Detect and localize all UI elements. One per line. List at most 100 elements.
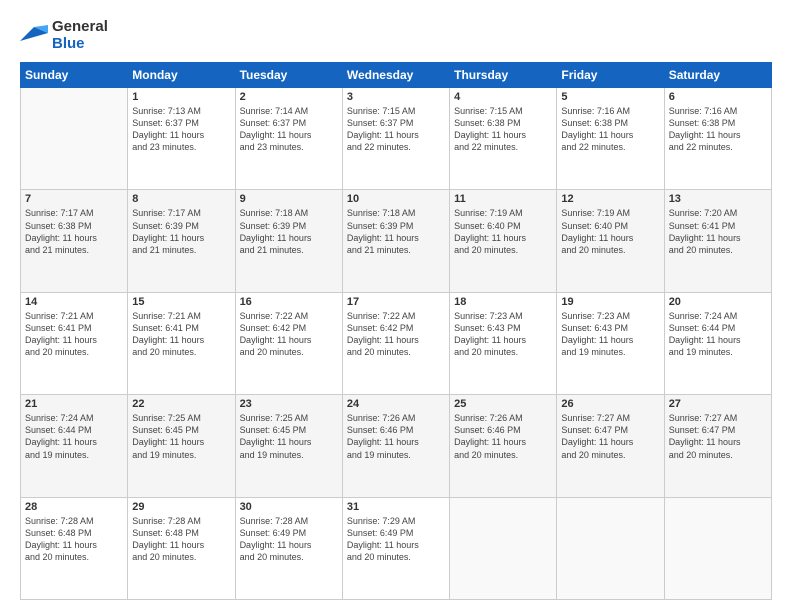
calendar-cell bbox=[21, 88, 128, 190]
day-info: Sunrise: 7:21 AM Sunset: 6:41 PM Dayligh… bbox=[132, 310, 230, 359]
calendar-cell: 3Sunrise: 7:15 AM Sunset: 6:37 PM Daylig… bbox=[342, 88, 449, 190]
day-info: Sunrise: 7:28 AM Sunset: 6:49 PM Dayligh… bbox=[240, 515, 338, 564]
day-info: Sunrise: 7:25 AM Sunset: 6:45 PM Dayligh… bbox=[240, 412, 338, 461]
day-number: 10 bbox=[347, 193, 445, 205]
day-number: 4 bbox=[454, 91, 552, 103]
calendar-cell: 4 Sunrise: 7:15 AM Sunset: 6:38 PM Daylig… bbox=[450, 88, 557, 190]
logo: General Blue bbox=[20, 18, 108, 52]
day-number: 21 bbox=[25, 398, 123, 410]
calendar-cell: 24 Sunrise: 7:26 AM Sunset: 6:46 PM Dayli… bbox=[342, 395, 449, 497]
calendar-cell: 22Sunrise: 7:25 AM Sunset: 6:45 PM Dayli… bbox=[128, 395, 235, 497]
day-info: Sunrise: 7:27 AM Sunset: 6:47 PM Dayligh… bbox=[669, 412, 767, 461]
calendar-header-thursday: Thursday bbox=[450, 63, 557, 88]
calendar-cell: 2 Sunrise: 7:14 AM Sunset: 6:37 PM Daylig… bbox=[235, 88, 342, 190]
day-info: Sunrise: 7:18 AM Sunset: 6:39 PM Dayligh… bbox=[240, 207, 338, 256]
day-info: Sunrise: 7:16 AM Sunset: 6:38 PM Dayligh… bbox=[669, 105, 767, 154]
day-number: 3 bbox=[347, 91, 445, 103]
calendar-cell: 11 Sunrise: 7:19 AM Sunset: 6:40 PM Dayli… bbox=[450, 190, 557, 292]
calendar-cell: 25 Sunrise: 7:26 AM Sunset: 6:46 PM Dayli… bbox=[450, 395, 557, 497]
day-number: 30 bbox=[240, 501, 338, 513]
calendar-cell bbox=[664, 497, 771, 599]
calendar-week-4: 28 Sunrise: 7:28 AM Sunset: 6:48 PM Dayli… bbox=[21, 497, 772, 599]
calendar-cell: 10 Sunrise: 7:18 AM Sunset: 6:39 PM Dayli… bbox=[342, 190, 449, 292]
day-number: 23 bbox=[240, 398, 338, 410]
calendar-header-wednesday: Wednesday bbox=[342, 63, 449, 88]
day-info: Sunrise: 7:28 AM Sunset: 6:48 PM Dayligh… bbox=[132, 515, 230, 564]
day-info: Sunrise: 7:16 AM Sunset: 6:38 PM Dayligh… bbox=[561, 105, 659, 154]
calendar-cell: 14 Sunrise: 7:21 AM Sunset: 6:41 PM Dayli… bbox=[21, 292, 128, 394]
day-number: 7 bbox=[25, 193, 123, 205]
calendar-cell: 18Sunrise: 7:23 AM Sunset: 6:43 PM Dayli… bbox=[450, 292, 557, 394]
day-number: 25 bbox=[454, 398, 552, 410]
day-number: 15 bbox=[132, 296, 230, 308]
header: General Blue bbox=[20, 18, 772, 52]
day-number: 31 bbox=[347, 501, 445, 513]
day-info: Sunrise: 7:19 AM Sunset: 6:40 PM Dayligh… bbox=[561, 207, 659, 256]
calendar-week-2: 14 Sunrise: 7:21 AM Sunset: 6:41 PM Dayli… bbox=[21, 292, 772, 394]
day-number: 28 bbox=[25, 501, 123, 513]
calendar-header-tuesday: Tuesday bbox=[235, 63, 342, 88]
day-info: Sunrise: 7:22 AM Sunset: 6:42 PM Dayligh… bbox=[240, 310, 338, 359]
day-info: Sunrise: 7:14 AM Sunset: 6:37 PM Dayligh… bbox=[240, 105, 338, 154]
day-info: Sunrise: 7:26 AM Sunset: 6:46 PM Dayligh… bbox=[347, 412, 445, 461]
logo-text: General Blue bbox=[52, 18, 108, 52]
calendar-cell: 15 Sunrise: 7:21 AM Sunset: 6:41 PM Dayli… bbox=[128, 292, 235, 394]
calendar-header-friday: Friday bbox=[557, 63, 664, 88]
day-info: Sunrise: 7:18 AM Sunset: 6:39 PM Dayligh… bbox=[347, 207, 445, 256]
day-info: Sunrise: 7:17 AM Sunset: 6:38 PM Dayligh… bbox=[25, 207, 123, 256]
day-number: 5 bbox=[561, 91, 659, 103]
calendar-cell: 29Sunrise: 7:28 AM Sunset: 6:48 PM Dayli… bbox=[128, 497, 235, 599]
calendar-week-1: 7 Sunrise: 7:17 AM Sunset: 6:38 PM Daylig… bbox=[21, 190, 772, 292]
day-info: Sunrise: 7:20 AM Sunset: 6:41 PM Dayligh… bbox=[669, 207, 767, 256]
calendar-table: SundayMondayTuesdayWednesdayThursdayFrid… bbox=[20, 62, 772, 600]
calendar-cell: 31 Sunrise: 7:29 AM Sunset: 6:49 PM Dayli… bbox=[342, 497, 449, 599]
day-number: 13 bbox=[669, 193, 767, 205]
day-number: 22 bbox=[132, 398, 230, 410]
calendar-cell: 28 Sunrise: 7:28 AM Sunset: 6:48 PM Dayli… bbox=[21, 497, 128, 599]
day-number: 11 bbox=[454, 193, 552, 205]
day-number: 24 bbox=[347, 398, 445, 410]
day-number: 6 bbox=[669, 91, 767, 103]
day-info: Sunrise: 7:22 AM Sunset: 6:42 PM Dayligh… bbox=[347, 310, 445, 359]
day-number: 9 bbox=[240, 193, 338, 205]
calendar-cell: 8 Sunrise: 7:17 AM Sunset: 6:39 PM Daylig… bbox=[128, 190, 235, 292]
day-info: Sunrise: 7:26 AM Sunset: 6:46 PM Dayligh… bbox=[454, 412, 552, 461]
day-info: Sunrise: 7:27 AM Sunset: 6:47 PM Dayligh… bbox=[561, 412, 659, 461]
day-number: 2 bbox=[240, 91, 338, 103]
calendar-week-0: 1Sunrise: 7:13 AM Sunset: 6:37 PM Daylig… bbox=[21, 88, 772, 190]
calendar-cell: 13 Sunrise: 7:20 AM Sunset: 6:41 PM Dayli… bbox=[664, 190, 771, 292]
calendar-cell bbox=[557, 497, 664, 599]
calendar-cell: 27 Sunrise: 7:27 AM Sunset: 6:47 PM Dayli… bbox=[664, 395, 771, 497]
calendar-cell bbox=[450, 497, 557, 599]
day-number: 16 bbox=[240, 296, 338, 308]
day-number: 8 bbox=[132, 193, 230, 205]
calendar-cell: 5 Sunrise: 7:16 AM Sunset: 6:38 PM Daylig… bbox=[557, 88, 664, 190]
calendar-cell: 12Sunrise: 7:19 AM Sunset: 6:40 PM Dayli… bbox=[557, 190, 664, 292]
calendar-cell: 16 Sunrise: 7:22 AM Sunset: 6:42 PM Dayli… bbox=[235, 292, 342, 394]
day-info: Sunrise: 7:13 AM Sunset: 6:37 PM Dayligh… bbox=[132, 105, 230, 154]
calendar-cell: 20Sunrise: 7:24 AM Sunset: 6:44 PM Dayli… bbox=[664, 292, 771, 394]
day-info: Sunrise: 7:24 AM Sunset: 6:44 PM Dayligh… bbox=[25, 412, 123, 461]
calendar-header-saturday: Saturday bbox=[664, 63, 771, 88]
calendar-cell: 23 Sunrise: 7:25 AM Sunset: 6:45 PM Dayli… bbox=[235, 395, 342, 497]
day-number: 14 bbox=[25, 296, 123, 308]
day-number: 27 bbox=[669, 398, 767, 410]
day-number: 19 bbox=[561, 296, 659, 308]
day-info: Sunrise: 7:29 AM Sunset: 6:49 PM Dayligh… bbox=[347, 515, 445, 564]
day-info: Sunrise: 7:24 AM Sunset: 6:44 PM Dayligh… bbox=[669, 310, 767, 359]
day-info: Sunrise: 7:21 AM Sunset: 6:41 PM Dayligh… bbox=[25, 310, 123, 359]
calendar-cell: 17Sunrise: 7:22 AM Sunset: 6:42 PM Dayli… bbox=[342, 292, 449, 394]
day-info: Sunrise: 7:28 AM Sunset: 6:48 PM Dayligh… bbox=[25, 515, 123, 564]
calendar-week-3: 21 Sunrise: 7:24 AM Sunset: 6:44 PM Dayli… bbox=[21, 395, 772, 497]
calendar-cell: 21 Sunrise: 7:24 AM Sunset: 6:44 PM Dayli… bbox=[21, 395, 128, 497]
day-info: Sunrise: 7:17 AM Sunset: 6:39 PM Dayligh… bbox=[132, 207, 230, 256]
day-info: Sunrise: 7:15 AM Sunset: 6:38 PM Dayligh… bbox=[454, 105, 552, 154]
page: General Blue SundayMondayTuesdayWednesda… bbox=[0, 0, 792, 612]
calendar-cell: 7 Sunrise: 7:17 AM Sunset: 6:38 PM Daylig… bbox=[21, 190, 128, 292]
logo-icon bbox=[20, 23, 48, 47]
calendar-header-row: SundayMondayTuesdayWednesdayThursdayFrid… bbox=[21, 63, 772, 88]
day-info: Sunrise: 7:19 AM Sunset: 6:40 PM Dayligh… bbox=[454, 207, 552, 256]
calendar-cell: 6 Sunrise: 7:16 AM Sunset: 6:38 PM Daylig… bbox=[664, 88, 771, 190]
calendar-cell: 9 Sunrise: 7:18 AM Sunset: 6:39 PM Daylig… bbox=[235, 190, 342, 292]
day-info: Sunrise: 7:23 AM Sunset: 6:43 PM Dayligh… bbox=[454, 310, 552, 359]
